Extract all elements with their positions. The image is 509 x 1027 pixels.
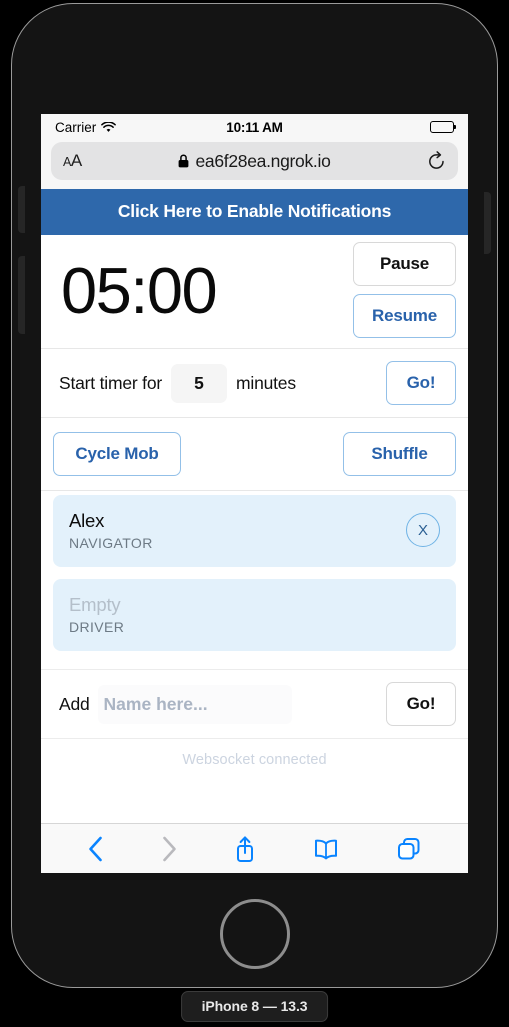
minutes-input[interactable] xyxy=(171,363,227,403)
timer-row: 05:00 Pause Resume xyxy=(41,235,468,349)
list-item[interactable]: Alex NAVIGATOR X xyxy=(53,495,456,567)
phone-screen: Carrier 10:11 AM AA ea6f28ea.ngrok.io Cl… xyxy=(41,114,468,873)
add-name-input[interactable] xyxy=(97,684,292,724)
text-size-small-a: A xyxy=(63,155,71,169)
member-info: Empty DRIVER xyxy=(69,593,440,634)
lock-icon xyxy=(178,154,189,168)
list-item[interactable]: Empty DRIVER xyxy=(53,579,456,651)
back-chevron-icon[interactable] xyxy=(88,836,104,862)
status-bar-left: Carrier xyxy=(55,120,226,135)
simulator-device-label: iPhone 8 — 13.3 xyxy=(180,991,329,1022)
share-icon[interactable] xyxy=(234,835,256,863)
wifi-icon xyxy=(101,121,117,133)
add-member-go-button[interactable]: Go! xyxy=(386,682,456,726)
url-bar[interactable]: AA ea6f28ea.ngrok.io xyxy=(51,142,458,180)
volume-up-button[interactable] xyxy=(18,186,25,233)
minutes-unit-label: minutes xyxy=(236,372,296,393)
url-display: ea6f28ea.ngrok.io xyxy=(51,151,458,172)
battery-icon xyxy=(430,121,457,133)
add-member-label: Add xyxy=(59,693,90,714)
member-info: Alex NAVIGATOR xyxy=(69,509,406,550)
websocket-status-text: Websocket connected xyxy=(41,738,468,783)
book-icon[interactable] xyxy=(313,838,339,860)
member-name: Empty xyxy=(69,594,121,616)
enable-notifications-banner[interactable]: Click Here to Enable Notifications xyxy=(41,189,468,235)
start-timer-row: Start timer for minutes Go! xyxy=(41,349,468,418)
forward-chevron-icon xyxy=(161,836,177,862)
home-button[interactable] xyxy=(219,899,290,969)
member-role: NAVIGATOR xyxy=(69,534,153,551)
mob-actions-row: Cycle Mob Shuffle xyxy=(41,418,468,491)
resume-button[interactable]: Resume xyxy=(353,294,456,338)
text-size-button[interactable]: AA xyxy=(63,151,82,171)
url-text: ea6f28ea.ngrok.io xyxy=(195,150,331,171)
safari-url-bar-container: AA ea6f28ea.ngrok.io xyxy=(41,140,468,189)
safari-bottom-toolbar xyxy=(41,823,468,873)
timer-display: 05:00 xyxy=(61,253,218,327)
remove-member-button[interactable]: X xyxy=(406,513,440,547)
start-timer-go-button[interactable]: Go! xyxy=(386,361,456,405)
pause-button[interactable]: Pause xyxy=(353,242,456,286)
carrier-label: Carrier xyxy=(55,119,97,135)
web-page-content: Click Here to Enable Notifications 05:00… xyxy=(41,189,468,783)
status-bar-clock: 10:11 AM xyxy=(226,119,283,135)
cycle-mob-button[interactable]: Cycle Mob xyxy=(53,432,181,476)
timer-controls: Pause Resume xyxy=(353,242,456,338)
ios-status-bar: Carrier 10:11 AM xyxy=(41,114,468,140)
member-list: Alex NAVIGATOR X Empty DRIVER xyxy=(41,491,468,669)
volume-down-button[interactable] xyxy=(18,256,25,334)
member-role: DRIVER xyxy=(69,618,125,635)
status-bar-right xyxy=(283,121,457,133)
shuffle-button[interactable]: Shuffle xyxy=(343,432,456,476)
power-button[interactable] xyxy=(484,192,491,254)
tabs-icon[interactable] xyxy=(396,836,422,862)
text-size-large-a: A xyxy=(70,151,82,170)
member-name: Alex xyxy=(69,510,105,532)
start-timer-label: Start timer for xyxy=(59,372,162,393)
reload-icon[interactable] xyxy=(427,150,446,172)
add-member-row: Add Go! xyxy=(41,669,468,738)
